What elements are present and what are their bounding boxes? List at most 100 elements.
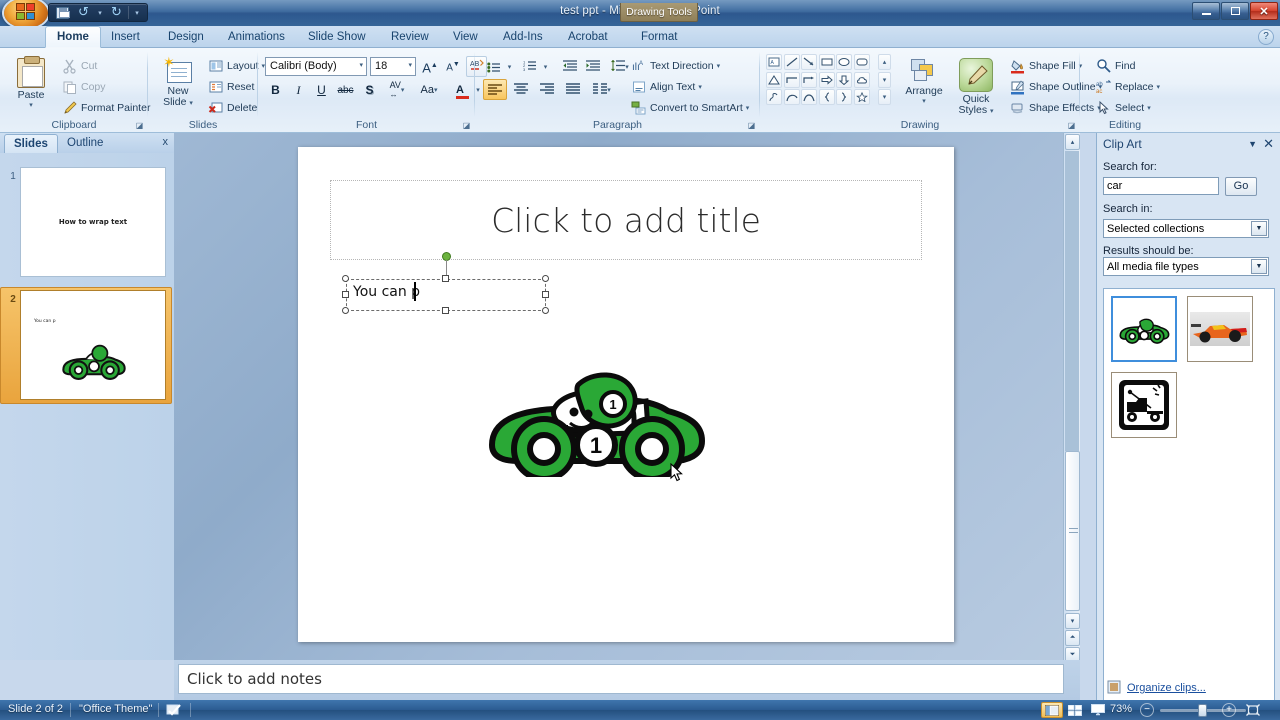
increase-indent-button[interactable] (582, 57, 604, 77)
shape-right-brace[interactable] (836, 89, 852, 105)
resize-handle-bottom-left[interactable] (342, 307, 349, 314)
chevron-down-icon[interactable]: ▼ (1251, 221, 1267, 236)
text-direction-button[interactable]: ılı A Text Direction ▾ (627, 56, 724, 75)
resize-handle-top-center[interactable] (442, 275, 449, 282)
character-spacing-button[interactable]: AV ↔ ▾ (382, 80, 412, 100)
shape-star[interactable] (853, 89, 870, 105)
align-text-button[interactable]: Align Text ▾ (627, 77, 706, 96)
notes-input[interactable]: Click to add notes (178, 664, 1064, 694)
change-case-button[interactable]: Aa ▾ (414, 80, 444, 100)
tab-review[interactable]: Review (380, 26, 440, 48)
shape-elbow-connector[interactable] (783, 71, 800, 88)
clip-art-result-3[interactable] (1111, 372, 1177, 438)
tab-slides-thumbnails[interactable]: Slides (4, 134, 58, 153)
tab-design[interactable]: Design (157, 26, 215, 48)
paste-button[interactable]: Paste ▾ (8, 54, 54, 116)
theme-indicator[interactable]: "Office Theme" (79, 703, 152, 715)
align-left-button[interactable] (483, 79, 507, 100)
zoom-in-button[interactable]: + (1222, 703, 1236, 717)
chevron-down-icon[interactable]: ▼ (1251, 259, 1267, 274)
spellcheck-indicator[interactable] (166, 703, 182, 720)
shape-elbow-arrow[interactable] (801, 71, 817, 88)
align-right-button[interactable] (535, 79, 559, 100)
results-type-combo[interactable]: All media file types ▼ (1103, 257, 1269, 276)
scroll-down-button[interactable]: ▾ (1065, 613, 1080, 629)
paragraph-dialog-launcher[interactable]: ◪ (746, 120, 757, 131)
tab-view[interactable]: View (442, 26, 489, 48)
clipboard-dialog-launcher[interactable]: ◪ (134, 120, 145, 131)
scroll-up-button[interactable]: ▴ (1065, 134, 1080, 150)
shapes-gallery[interactable]: A (766, 54, 870, 107)
slide-sorter-view-button[interactable] (1064, 702, 1086, 718)
text-shadow-button[interactable]: S (359, 80, 380, 100)
bold-button[interactable]: B (265, 80, 286, 100)
tab-insert[interactable]: Insert (100, 26, 151, 48)
find-button[interactable]: Find (1092, 56, 1139, 75)
decrease-indent-button[interactable] (559, 57, 581, 77)
arrange-button[interactable]: Arrange ▾ (900, 54, 948, 118)
shape-arc[interactable] (801, 89, 817, 105)
zoom-level-label[interactable]: 73% (1110, 703, 1132, 715)
fit-to-window-button[interactable] (1244, 702, 1262, 718)
copy-button[interactable]: Copy (58, 77, 110, 96)
font-size-combo[interactable]: 18 ▾ (370, 57, 416, 76)
numbering-button[interactable]: 123 (519, 57, 541, 77)
close-pane-button[interactable]: x (163, 136, 169, 148)
shape-line[interactable] (783, 54, 800, 70)
clip-art-result-1[interactable] (1111, 296, 1177, 362)
shapes-scroll-down-button[interactable]: ▾ (878, 71, 891, 88)
scroll-thumb[interactable] (1065, 451, 1080, 611)
cut-button[interactable]: Cut (58, 56, 101, 75)
organize-clips-link[interactable]: Organize clips... (1127, 682, 1206, 694)
zoom-out-button[interactable]: − (1140, 703, 1154, 717)
normal-view-button[interactable] (1041, 702, 1063, 718)
italic-button[interactable]: I (288, 80, 309, 100)
clip-art-result-2[interactable] (1187, 296, 1253, 362)
shape-oval[interactable] (836, 54, 852, 70)
shape-cloud[interactable] (853, 71, 870, 88)
rotation-handle[interactable] (442, 252, 451, 261)
strikethrough-button[interactable]: abc (334, 80, 357, 100)
shape-freeform[interactable] (766, 89, 782, 105)
zoom-slider-handle[interactable] (1198, 704, 1207, 717)
task-pane-close-button[interactable]: ✕ (1263, 136, 1274, 152)
close-button[interactable]: ✕ (1250, 2, 1278, 20)
bullets-dropdown[interactable]: ▾ (504, 57, 515, 77)
shape-rectangle[interactable] (818, 54, 835, 70)
search-in-combo[interactable]: Selected collections ▼ (1103, 219, 1269, 238)
select-button[interactable]: Select ▾ (1092, 98, 1155, 117)
clip-art-search-input[interactable]: car (1103, 177, 1219, 195)
tab-animations[interactable]: Animations (217, 26, 296, 48)
justify-button[interactable] (561, 79, 585, 100)
font-color-button[interactable]: A (448, 79, 472, 100)
shape-left-brace[interactable] (818, 89, 835, 105)
shrink-font-button[interactable]: A▼ (442, 57, 464, 76)
tab-slide-show[interactable]: Slide Show (297, 26, 377, 48)
format-painter-button[interactable]: Format Painter (58, 98, 154, 117)
shape-down-arrow[interactable] (836, 71, 852, 88)
tab-outline[interactable]: Outline (58, 134, 112, 153)
convert-to-smartart-button[interactable]: Convert to SmartArt ▾ (627, 98, 753, 117)
resize-handle-top-right[interactable] (542, 275, 549, 282)
previous-slide-button[interactable]: ⏶ (1065, 630, 1080, 646)
slide-show-view-button[interactable] (1087, 702, 1109, 718)
drawing-dialog-launcher[interactable]: ◪ (1066, 120, 1077, 131)
quick-styles-button[interactable]: Quick Styles ▾ (950, 54, 1002, 118)
shape-textbox[interactable]: A (766, 54, 782, 70)
new-slide-button[interactable]: ✶ New Slide ▾ (154, 54, 202, 116)
font-dialog-launcher[interactable]: ◪ (461, 120, 472, 131)
resize-handle-middle-left[interactable] (342, 291, 349, 298)
resize-handle-top-left[interactable] (342, 275, 349, 282)
tab-acrobat[interactable]: Acrobat (557, 26, 619, 48)
shape-arrow[interactable] (801, 54, 817, 70)
slide-canvas[interactable]: Click to add title You can p 1 1 (298, 147, 954, 642)
resize-handle-middle-right[interactable] (542, 291, 549, 298)
grow-font-button[interactable]: A▲ (419, 57, 441, 76)
bullets-button[interactable] (483, 57, 505, 77)
font-name-combo[interactable]: Calibri (Body) ▾ (265, 57, 367, 76)
underline-button[interactable]: U (311, 80, 332, 100)
slide-vertical-scrollbar[interactable]: ▴ ▾ ⏶ ⏷ (1063, 133, 1080, 663)
title-placeholder[interactable]: Click to add title (330, 180, 922, 260)
maximize-button[interactable] (1221, 2, 1249, 20)
replace-button[interactable]: ab ac Replace ▾ (1092, 77, 1164, 96)
